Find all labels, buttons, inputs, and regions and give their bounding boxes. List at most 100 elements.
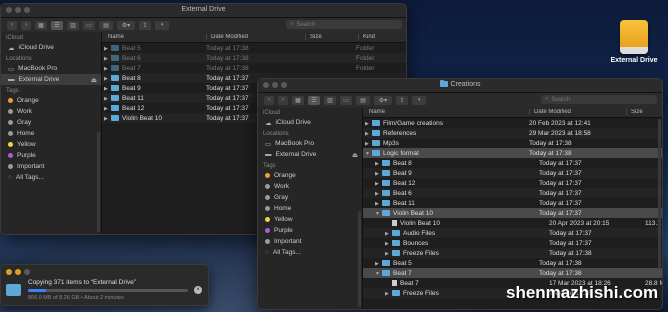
table-row[interactable]: ▶ Freeze Files Today at 17:38: [363, 248, 662, 258]
disclosure-triangle-icon[interactable]: ▶: [365, 131, 372, 137]
table-row[interactable]: ▶ Beat 8 Today at 17:37: [363, 158, 662, 168]
search-field[interactable]: ⌕ Search: [286, 20, 402, 29]
table-row[interactable]: ▶ Beat 6 Today at 17:38 Folder: [102, 53, 406, 63]
table-row[interactable]: ▶ Beat 7 Today at 17:38 Folder: [102, 63, 406, 73]
external-drive-desktop-icon[interactable]: External Drive: [605, 20, 663, 64]
sidebar-item-external-drive[interactable]: ▬ External Drive ⏏: [1, 74, 101, 85]
table-row[interactable]: ▶ Beat 5 Today at 17:38: [363, 258, 662, 268]
disclosure-triangle-icon[interactable]: ▼: [375, 211, 382, 217]
back-button[interactable]: ‹: [7, 20, 17, 30]
cancel-copy-button[interactable]: ×: [194, 286, 202, 294]
forward-button[interactable]: ›: [278, 95, 288, 105]
close-button[interactable]: [6, 269, 12, 275]
table-row[interactable]: ▶ Film/Game creations 20 Feb 2023 at 12:41: [363, 118, 662, 128]
table-row[interactable]: ▶ Beat 12 Today at 17:37: [363, 178, 662, 188]
column-view-button[interactable]: ▥: [67, 20, 79, 30]
eject-icon[interactable]: ⏏: [91, 76, 97, 84]
tag-button[interactable]: ◖: [412, 95, 426, 105]
table-row[interactable]: ▼ Logic format Today at 17:38: [363, 148, 662, 158]
sidebar-tag-work[interactable]: Work: [258, 181, 362, 192]
action-gear-icon[interactable]: ⚙▾: [117, 20, 135, 30]
sidebar-item-external-drive[interactable]: ▬ External Drive ⏏: [258, 149, 362, 160]
column-size[interactable]: Size: [305, 34, 358, 40]
table-row[interactable]: ▼ Violin Beat 10 Today at 17:37: [363, 208, 662, 218]
disclosure-triangle-icon[interactable]: ▶: [104, 96, 111, 102]
minimize-button[interactable]: [15, 269, 21, 275]
disclosure-triangle-icon[interactable]: ▶: [104, 46, 111, 52]
disclosure-triangle-icon[interactable]: ▶: [375, 191, 382, 197]
sidebar-tag-home[interactable]: Home: [1, 128, 101, 139]
disclosure-triangle-icon[interactable]: ▼: [375, 271, 382, 277]
table-row[interactable]: ▶ Audio Files Today at 17:37: [363, 228, 662, 238]
zoom-button[interactable]: [24, 269, 30, 275]
column-size[interactable]: Size: [626, 109, 662, 115]
table-row[interactable]: ▶ Beat 11 Today at 17:37: [363, 198, 662, 208]
sidebar-tag-orange[interactable]: Orange: [1, 95, 101, 106]
disclosure-triangle-icon[interactable]: ▼: [365, 151, 372, 157]
sidebar-item-all-tags[interactable]: ◌ All Tags...: [258, 247, 362, 258]
sidebar-tag-important[interactable]: Important: [258, 236, 362, 247]
sidebar-tag-purple[interactable]: Purple: [258, 225, 362, 236]
sidebar-tag-home[interactable]: Home: [258, 203, 362, 214]
disclosure-triangle-icon[interactable]: ▶: [104, 66, 111, 72]
disclosure-triangle-icon[interactable]: ▶: [365, 121, 372, 127]
disclosure-triangle-icon[interactable]: ▶: [385, 231, 392, 237]
column-date[interactable]: Date Modified: [529, 109, 626, 115]
column-kind[interactable]: Kind: [358, 34, 406, 40]
title-bar[interactable]: External Drive: [1, 4, 406, 18]
sidebar-tag-gray[interactable]: Gray: [258, 192, 362, 203]
forward-button[interactable]: ›: [21, 20, 31, 30]
share-button[interactable]: ⇪: [396, 95, 408, 105]
sidebar-item-all-tags[interactable]: ◌ All Tags...: [1, 172, 101, 183]
search-field[interactable]: ⌕ Search: [541, 95, 657, 104]
sidebar-tag-work[interactable]: Work: [1, 106, 101, 117]
disclosure-triangle-icon[interactable]: ▶: [375, 261, 382, 267]
group-button[interactable]: ▤: [99, 20, 113, 30]
column-name[interactable]: Name: [363, 109, 529, 115]
disclosure-triangle-icon[interactable]: ▶: [104, 76, 111, 82]
group-button[interactable]: ▤: [356, 95, 370, 105]
tag-button[interactable]: ◖: [155, 20, 169, 30]
list-view-button[interactable]: ☰: [308, 95, 320, 105]
table-row[interactable]: ▶ Bounces Today at 17:37: [363, 238, 662, 248]
table-row[interactable]: ▶ References 29 Mar 2023 at 18:58: [363, 128, 662, 138]
sidebar-item-macbook[interactable]: ▭ MacBook Pro: [1, 63, 101, 74]
table-row[interactable]: ▶ Beat 5 Today at 17:38 Folder: [102, 43, 406, 53]
disclosure-triangle-icon[interactable]: ▶: [104, 106, 111, 112]
disclosure-triangle-icon[interactable]: ▶: [104, 56, 111, 62]
sidebar-tag-gray[interactable]: Gray: [1, 117, 101, 128]
action-gear-icon[interactable]: ⚙▾: [374, 95, 392, 105]
disclosure-triangle-icon[interactable]: ▶: [104, 86, 111, 92]
eject-icon[interactable]: ⏏: [352, 151, 358, 159]
gallery-view-button[interactable]: ▭: [340, 95, 352, 105]
share-button[interactable]: ⇪: [139, 20, 151, 30]
sidebar-tag-yellow[interactable]: Yellow: [258, 214, 362, 225]
disclosure-triangle-icon[interactable]: ▶: [104, 116, 111, 122]
column-name[interactable]: Name: [102, 34, 206, 40]
sidebar-tag-orange[interactable]: Orange: [258, 170, 362, 181]
table-row[interactable]: ▼ Beat 7 Today at 17:38: [363, 268, 662, 278]
back-button[interactable]: ‹: [264, 95, 274, 105]
table-row[interactable]: ▶ Beat 9 Today at 17:37: [363, 168, 662, 178]
icon-view-button[interactable]: ▦: [35, 20, 47, 30]
column-view-button[interactable]: ▥: [324, 95, 336, 105]
sidebar-tag-purple[interactable]: Purple: [1, 150, 101, 161]
gallery-view-button[interactable]: ▭: [83, 20, 95, 30]
sidebar-tag-yellow[interactable]: Yellow: [1, 139, 101, 150]
icon-view-button[interactable]: ▦: [292, 95, 304, 105]
title-bar[interactable]: Creations: [258, 79, 662, 93]
disclosure-triangle-icon[interactable]: ▶: [375, 171, 382, 177]
table-row[interactable]: ▶ Mp3s Today at 17:38: [363, 138, 662, 148]
sidebar-scrollbar[interactable]: [358, 211, 361, 307]
list-view-button[interactable]: ☰: [51, 20, 63, 30]
disclosure-triangle-icon[interactable]: ▶: [375, 201, 382, 207]
table-row[interactable]: Violin Beat 10 20 Apr 2023 at 20:15 113.1 …: [363, 218, 662, 228]
disclosure-triangle-icon[interactable]: ▶: [385, 291, 392, 297]
list-scrollbar[interactable]: [658, 119, 661, 269]
sidebar-item-icloud-drive[interactable]: ☁ iCloud Drive: [1, 42, 101, 53]
disclosure-triangle-icon[interactable]: ▶: [365, 141, 372, 147]
disclosure-triangle-icon[interactable]: ▶: [375, 161, 382, 167]
sidebar-scrollbar[interactable]: [97, 132, 100, 232]
sidebar-item-icloud-drive[interactable]: ☁ iCloud Drive: [258, 117, 362, 128]
sidebar-tag-important[interactable]: Important: [1, 161, 101, 172]
